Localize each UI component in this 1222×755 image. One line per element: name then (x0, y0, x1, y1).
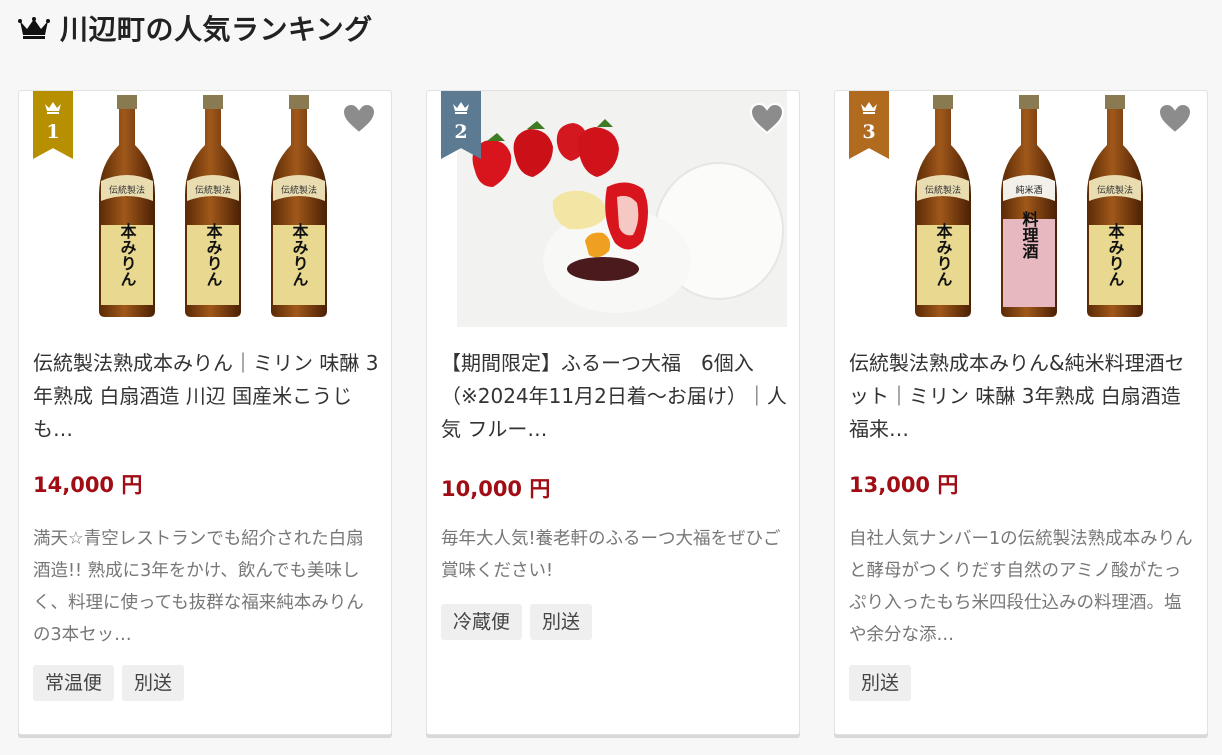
rank-number: 2 (454, 121, 468, 143)
product-price: 13,000 円 (849, 473, 959, 497)
svg-text:純米酒: 純米酒 (1015, 184, 1042, 196)
product-description: 満天☆青空レストランでも紹介された白扇酒造!! 熟成に3年をかけ、飲んでも美味し… (33, 529, 364, 645)
rank-number: 3 (862, 121, 876, 143)
svg-text:本みりん: 本みりん (934, 222, 953, 287)
product-image-fruit-daifuku[interactable] (457, 91, 787, 327)
section-title: 川辺町の人気ランキング (60, 13, 373, 46)
product-price: 14,000 円 (33, 473, 143, 497)
product-price: 10,000 円 (441, 477, 551, 501)
crown-icon (45, 102, 61, 114)
svg-text:本みりん: 本みりん (204, 222, 223, 287)
heart-icon[interactable] (747, 99, 787, 139)
tag-separate-delivery: 別送 (530, 604, 593, 640)
svg-text:本みりん: 本みりん (1106, 222, 1125, 287)
svg-text:伝統製法: 伝統製法 (925, 184, 961, 196)
tag-list: 別送 (849, 665, 912, 701)
crown-icon (453, 102, 469, 114)
tag-shipping: 常温便 (33, 665, 115, 701)
product-name[interactable]: 伝統製法熟成本みりん｜ミリン 味醂 3年熟成 白扇酒造 川辺 国産米こうじ も… (33, 347, 381, 446)
tag-separate-delivery: 別送 (122, 665, 185, 701)
crown-icon (18, 17, 50, 39)
rank-number: 1 (46, 121, 60, 143)
product-card-2[interactable]: 2 【期間限定】ふるーつ大福 6個入（※2024年11月2日着～お届け）｜人気 … (426, 90, 800, 735)
tag-list: 常温便 別送 (33, 665, 185, 701)
svg-text:伝統製法: 伝統製法 (195, 184, 231, 196)
section-heading: 川辺町の人気ランキング (18, 8, 373, 48)
svg-text:本みりん: 本みりん (290, 222, 309, 287)
product-card-3[interactable]: 伝統製法 本みりん 純米酒 料理酒 伝統製法 本みりん 3 伝統製法熟成本みりん… (834, 90, 1208, 735)
heart-icon[interactable] (1155, 99, 1195, 139)
svg-text:料理酒: 料理酒 (1020, 210, 1039, 260)
product-name[interactable]: 伝統製法熟成本みりん&純米料理酒セット｜ミリン 味醂 3年熟成 白扇酒造 福来… (849, 347, 1197, 446)
svg-text:伝統製法: 伝統製法 (109, 184, 145, 196)
tag-separate-delivery: 別送 (849, 665, 912, 701)
product-image-mirin-set[interactable]: 伝統製法 本みりん 伝統製法 本みりん 伝統製法 本みりん (49, 91, 379, 327)
product-description: 毎年大人気!養老軒のふるーつ大福をぜひご賞味ください! (441, 529, 781, 581)
product-name[interactable]: 【期間限定】ふるーつ大福 6個入（※2024年11月2日着～お届け）｜人気 フル… (441, 347, 789, 446)
svg-text:伝統製法: 伝統製法 (281, 184, 317, 196)
crown-icon (861, 102, 877, 114)
tag-list: 冷蔵便 別送 (441, 604, 593, 640)
svg-text:伝統製法: 伝統製法 (1097, 184, 1133, 196)
svg-text:本みりん: 本みりん (118, 222, 137, 287)
tag-shipping: 冷蔵便 (441, 604, 523, 640)
product-description: 自社人気ナンバー1の伝統製法熟成本みりんと酵母がつくりだす自然のアミノ酸がたっぷ… (849, 529, 1193, 645)
heart-icon[interactable] (339, 99, 379, 139)
product-card-1[interactable]: 伝統製法 本みりん 伝統製法 本みりん 伝統製法 本みりん 1 伝統製法熟成本み… (18, 90, 392, 735)
product-image-mirin-sake-set[interactable]: 伝統製法 本みりん 純米酒 料理酒 伝統製法 本みりん (865, 91, 1195, 327)
